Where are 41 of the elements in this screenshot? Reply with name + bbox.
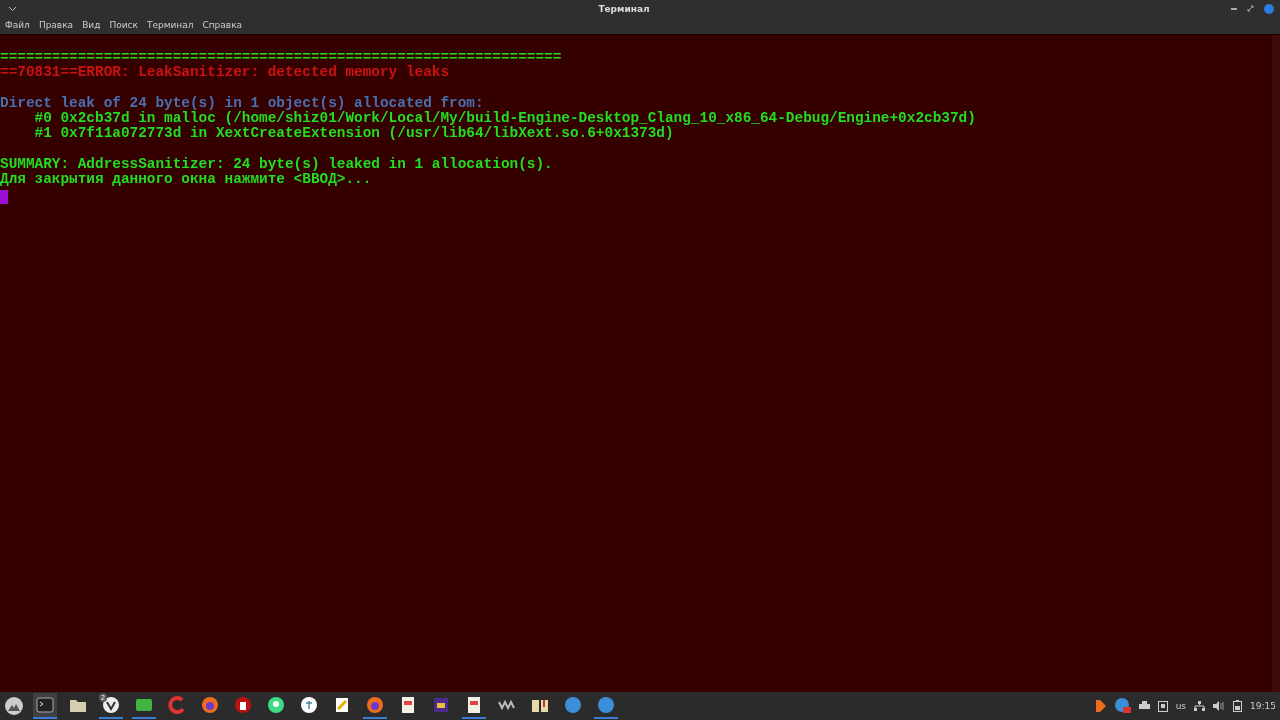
terminal-line: Direct leak of 24 byte(s) in 1 object(s) allocated from: — [0, 95, 485, 111]
text-cursor — [0, 189, 8, 204]
scrollbar[interactable] — [1272, 35, 1280, 692]
app-icon — [200, 695, 220, 715]
clock[interactable]: 19:15 — [1250, 701, 1276, 711]
app-icon — [431, 695, 451, 715]
maximize-icon[interactable] — [1247, 5, 1254, 12]
app-icon — [35, 695, 55, 715]
minimize-icon[interactable] — [1231, 7, 1237, 10]
volume-icon[interactable] — [1213, 701, 1226, 711]
menu-item[interactable]: Правка — [38, 20, 74, 30]
app-icon — [563, 695, 583, 715]
menu-item[interactable]: Вид — [82, 20, 101, 30]
menu-item[interactable]: Терминал — [146, 20, 194, 30]
menu-item[interactable]: Файл — [5, 20, 30, 30]
start-menu-icon[interactable] — [4, 696, 24, 716]
keyboard-layout[interactable]: us — [1175, 701, 1187, 711]
terminal-line: #1 0x7f11a072773d in XextCreateExtension (/usr/lib64/libXext.so.6+0x1373d) — [33, 126, 674, 142]
window-title: Терминал — [598, 3, 650, 14]
close-icon[interactable] — [1264, 3, 1274, 14]
menu-item[interactable]: Поиск — [109, 20, 138, 30]
terminal-line: #0 0x2cb37d in malloc (/home/shiz01/Work/Local/My/build-Engine-Desktop_Clang_10_x86_64-Debug/Engine+0x2cb37d) — [33, 111, 977, 127]
terminal-line: ================================================================= — [0, 50, 563, 65]
app-icon — [365, 695, 385, 715]
app-icon — [266, 695, 286, 715]
app-icon — [101, 695, 121, 715]
app-icon — [596, 695, 616, 715]
network-icon[interactable] — [1194, 701, 1206, 711]
printer-icon[interactable] — [1138, 701, 1150, 711]
tray-app-icon[interactable] — [1114, 698, 1131, 714]
tray-app-icon[interactable] — [1094, 699, 1107, 713]
terminal-line: SUMMARY: AddressSanitizer: 24 byte(s) leaked in 1 allocation(s). — [0, 157, 554, 173]
battery-icon[interactable] — [1233, 700, 1243, 712]
terminal-line: Для закрытия данного окна нажмите <ВВОД>... — [0, 172, 373, 188]
window-icon[interactable] — [1157, 700, 1168, 712]
app-icon — [167, 695, 187, 715]
menu-item[interactable]: Справка — [202, 20, 243, 30]
chevron-icon[interactable] — [8, 5, 17, 12]
app-icon — [299, 695, 319, 715]
terminal-line: ==70831==ERROR: LeakSanitizer: detected memory leaks — [0, 65, 451, 81]
app-icon — [233, 695, 253, 715]
